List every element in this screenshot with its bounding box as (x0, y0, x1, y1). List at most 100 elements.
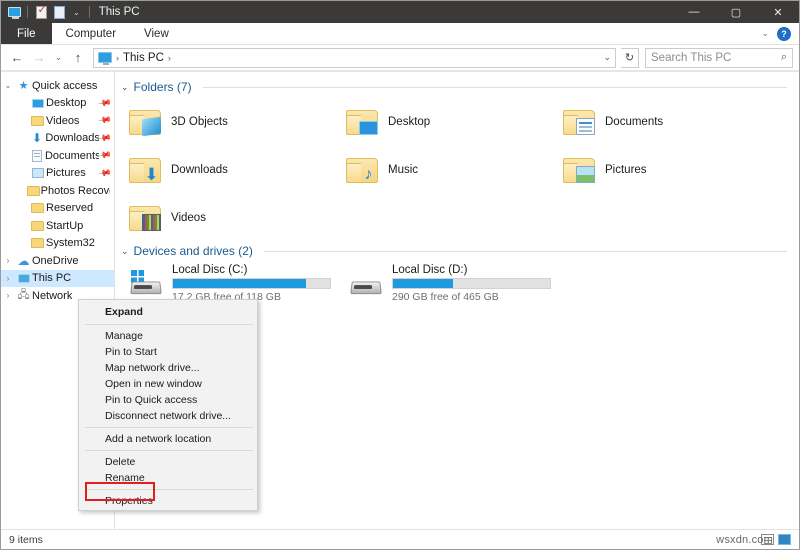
properties-icon[interactable] (33, 4, 49, 20)
context-menu-item-add-a-network-location[interactable]: Add a network location (79, 431, 257, 447)
sidebar-item-videos[interactable]: Videos 📌 (1, 112, 114, 130)
pin-icon[interactable]: 📌 (97, 96, 112, 111)
sidebar-item-label: Pictures (46, 167, 86, 180)
folder-icon (29, 220, 46, 231)
context-menu-item-map-network-drive[interactable]: Map network drive... (79, 360, 257, 376)
sidebar-item-label: This PC (32, 272, 72, 285)
context-menu-item-pin-to-quick-access[interactable]: Pin to Quick access (79, 392, 257, 408)
close-button[interactable]: ✕ (757, 1, 799, 23)
folders-group-header[interactable]: ⌄ Folders (7) (115, 80, 799, 94)
sidebar-item-documents[interactable]: Documents 📌 (1, 147, 114, 165)
folder-label: 3D Objects (171, 116, 228, 128)
back-button[interactable]: ← (7, 48, 27, 68)
sidebar-item-pictures[interactable]: Pictures 📌 (1, 165, 114, 183)
new-folder-icon[interactable] (51, 4, 67, 20)
sidebar-item-label: Photos Recovery (40, 184, 110, 197)
drives-group-title: Devices and drives (2) (133, 244, 253, 258)
expander-icon[interactable]: › (1, 274, 15, 283)
window-title: This PC (98, 6, 140, 18)
group-divider-2 (263, 250, 787, 252)
drive-icon (349, 270, 383, 296)
chevron-right-icon-2[interactable]: › (167, 53, 172, 63)
picture-icon (29, 168, 46, 179)
drive-tile[interactable]: Local Disc (D:) 290 GB free of 465 GB (349, 262, 569, 304)
forward-button[interactable]: → (29, 48, 49, 68)
chevron-down-icon[interactable]: ⌄ (121, 246, 129, 257)
maximize-button[interactable]: ▢ (715, 1, 757, 23)
sidebar-item-label: System32 (46, 237, 95, 250)
help-icon[interactable]: ? (777, 26, 791, 41)
folder-label: Music (388, 164, 419, 176)
search-icon[interactable]: ⌕ (781, 51, 787, 64)
expander-icon[interactable]: › (1, 256, 15, 265)
pin-icon[interactable]: 📌 (97, 113, 112, 128)
pin-icon[interactable]: 📌 (97, 166, 112, 181)
expander-icon[interactable]: ⌄ (1, 81, 15, 90)
context-menu-item-open-in-new-window[interactable]: Open in new window (79, 376, 257, 392)
folder-3d-objects-icon (129, 108, 163, 137)
folder-tile[interactable]: Pictures (563, 146, 780, 194)
folders-group-title: Folders (7) (133, 80, 192, 94)
tab-view[interactable]: View (130, 23, 183, 44)
drive-free-label: 290 GB free of 465 GB (392, 290, 499, 303)
sidebar-item-system32[interactable]: System32 (1, 235, 114, 253)
chevron-down-icon[interactable]: ⌄ (761, 28, 769, 39)
sidebar-item-startup[interactable]: StartUp (1, 217, 114, 235)
context-menu-item-label: Add a network location (105, 433, 212, 445)
context-menu-item-manage[interactable]: Manage (79, 328, 257, 344)
tile-view-icon[interactable] (778, 534, 791, 545)
context-menu-item-delete[interactable]: Delete (79, 454, 257, 470)
breadcrumb-segment[interactable]: This PC (123, 52, 164, 64)
pin-icon[interactable]: 📌 (97, 148, 112, 163)
ribbon-right-controls: ⌄ ? (761, 23, 799, 44)
folder-tile[interactable]: ♪ Music (346, 146, 563, 194)
sidebar-item-downloads[interactable]: ⬇ Downloads 📌 (1, 130, 114, 148)
sidebar-item-quick-access[interactable]: ⌄ ★ Quick access (1, 77, 114, 95)
toolbar-divider-2 (88, 6, 90, 18)
drives-group-header[interactable]: ⌄ Devices and drives (2) (115, 244, 799, 258)
folder-label: Pictures (605, 164, 647, 176)
tab-file[interactable]: File (1, 23, 52, 44)
context-menu-item-pin-to-start[interactable]: Pin to Start (79, 344, 257, 360)
chevron-down-icon[interactable]: ⌄ (69, 8, 84, 17)
sidebar-item-reserved[interactable]: Reserved (1, 200, 114, 218)
minimize-button[interactable]: — (673, 1, 715, 23)
folder-tile[interactable]: Videos (129, 194, 346, 242)
network-icon: 🖧 (17, 289, 30, 302)
folder-tile[interactable]: 3D Objects (129, 98, 346, 146)
folder-icon (29, 115, 46, 126)
up-button[interactable]: ↑ (68, 48, 88, 68)
sidebar-item-photos-recovery[interactable]: Photos Recovery (1, 182, 114, 200)
refresh-button[interactable]: ↻ (621, 47, 639, 68)
folder-tile[interactable]: Desktop (346, 98, 563, 146)
tab-computer[interactable]: Computer (52, 23, 131, 44)
chevron-right-icon[interactable]: › (115, 53, 120, 63)
folder-label: Desktop (388, 116, 431, 128)
context-menu-item-expand[interactable]: Expand (79, 302, 257, 321)
drive-tile[interactable]: Local Disc (C:) 17.2 GB free of 118 GB (129, 262, 349, 304)
chevron-down-icon[interactable]: ⌄ (603, 52, 611, 63)
star-icon: ★ (18, 80, 29, 93)
folder-tile[interactable]: ⬇ Downloads (129, 146, 346, 194)
address-bar: ← → ⌄ ↑ › This PC › ⌄ ↻ Search This PC ⌕ (1, 45, 799, 71)
pin-icon[interactable]: 📌 (97, 131, 112, 146)
context-menu-item-disconnect-network-drive[interactable]: Disconnect network drive... (79, 408, 257, 424)
chevron-down-icon[interactable]: ⌄ (121, 82, 129, 93)
recent-locations-button[interactable]: ⌄ (51, 48, 66, 68)
folder-tile-empty (563, 194, 780, 242)
drive-icon (129, 270, 163, 296)
folder-tile[interactable]: Documents (563, 98, 780, 146)
sidebar-item-this-pc[interactable]: › This PC (1, 269, 114, 287)
breadcrumb[interactable]: › This PC › ⌄ (93, 47, 616, 68)
folder-documents-icon (563, 108, 597, 136)
group-divider (202, 86, 787, 88)
folder-desktop-icon (346, 108, 380, 136)
sidebar-item-onedrive[interactable]: › ☁ OneDrive (1, 252, 114, 270)
expander-icon[interactable]: › (1, 291, 15, 300)
this-pc-icon[interactable] (6, 4, 22, 20)
sidebar-item-desktop[interactable]: Desktop 📌 (1, 95, 114, 113)
context-menu[interactable]: Expand Manage Pin to Start Map network driv… (78, 299, 258, 511)
folder-label: Documents (605, 116, 664, 128)
folders-list: 3D Objects Desktop Documents ⬇ Downloads ♪ Mus… (115, 98, 799, 242)
search-input[interactable]: Search This PC ⌕ (645, 47, 793, 68)
